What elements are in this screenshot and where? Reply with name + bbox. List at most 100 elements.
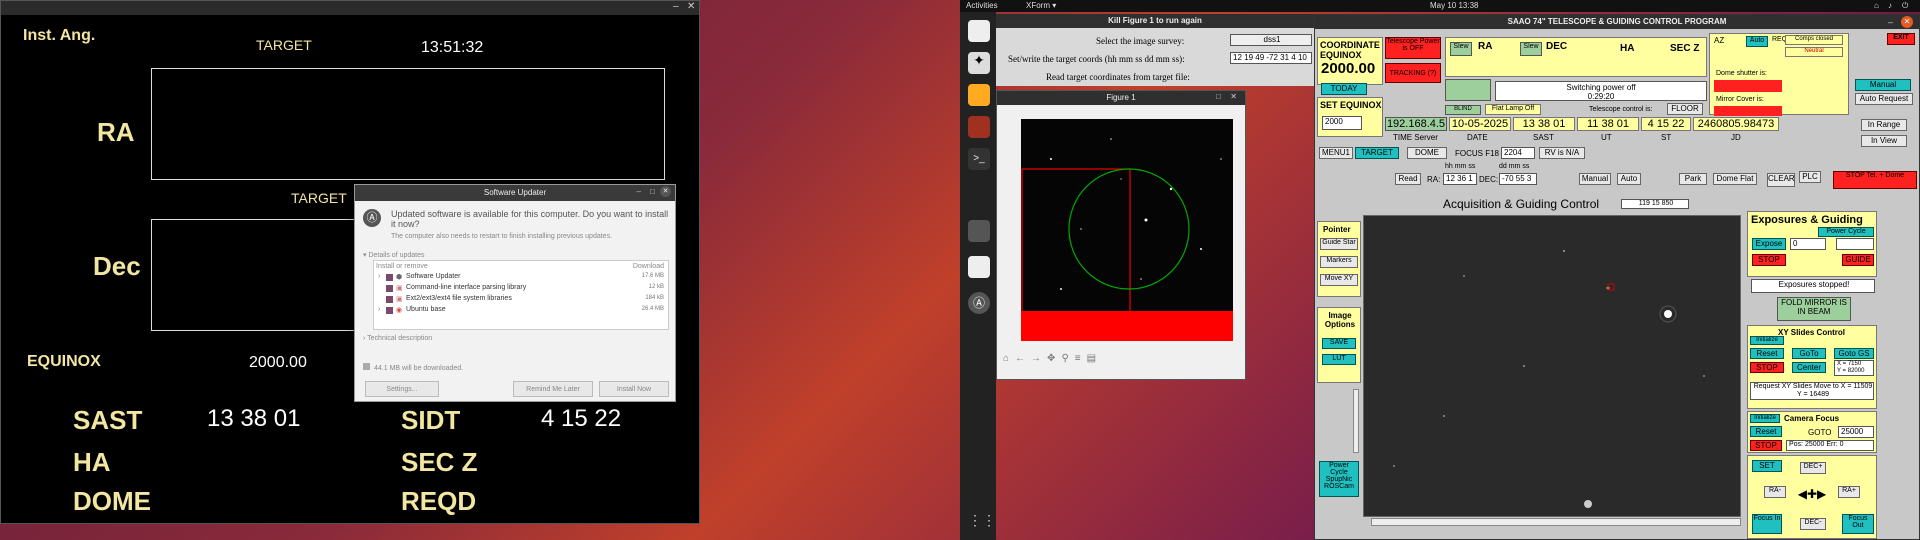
- ra-plus-button[interactable]: RA+: [1838, 486, 1860, 498]
- power-cycle-spupnic-button[interactable]: Power Cycle SpupNic ROSCam: [1319, 461, 1359, 497]
- checkbox-icon[interactable]: [386, 274, 393, 281]
- guide-star-button[interactable]: Guide Star: [1320, 238, 1358, 250]
- vertical-scrollbar[interactable]: [1353, 389, 1359, 453]
- survey-input[interactable]: dss1: [1230, 34, 1312, 46]
- xy-goto-button[interactable]: GoTo: [1792, 348, 1826, 359]
- focus-initialize-button[interactable]: Initialize: [1750, 414, 1780, 423]
- focus-goto-input[interactable]: 25000: [1838, 426, 1874, 438]
- telescope-power-button[interactable]: Telescope Power is OFF: [1385, 37, 1441, 59]
- close-icon[interactable]: ✕: [1901, 16, 1913, 28]
- set-button[interactable]: SET: [1752, 460, 1782, 472]
- lut-button[interactable]: LUT: [1322, 354, 1356, 365]
- minimize-icon[interactable]: –: [1888, 17, 1893, 27]
- tech-expander[interactable]: › Technical description: [363, 335, 432, 342]
- xy-stop-button[interactable]: STOP: [1750, 362, 1784, 373]
- focus-reset-button[interactable]: Reset: [1750, 426, 1782, 437]
- telescope-icon[interactable]: ✦: [968, 52, 990, 74]
- horizontal-scrollbar[interactable]: [1371, 518, 1741, 526]
- active-app-icon[interactable]: [968, 220, 990, 242]
- app-icon[interactable]: [968, 116, 990, 138]
- terminal-icon[interactable]: >_: [968, 148, 990, 170]
- power-icon[interactable]: ⏻: [1902, 1, 1908, 11]
- zoom-icon[interactable]: ⚲: [1061, 353, 1074, 364]
- dome-auto-button[interactable]: Auto: [1746, 36, 1768, 47]
- exposure-stop-button[interactable]: STOP: [1752, 254, 1786, 266]
- checkbox-icon[interactable]: [386, 296, 393, 303]
- minimize-icon[interactable]: –: [637, 187, 641, 196]
- exposure-input[interactable]: 0: [1790, 238, 1826, 250]
- save-button[interactable]: SAVE: [1322, 338, 1356, 349]
- network-icon[interactable]: ⌂: [1874, 1, 1879, 10]
- auto-button[interactable]: Auto: [1617, 173, 1641, 185]
- equinox-input[interactable]: 2000: [1322, 116, 1362, 130]
- read-button[interactable]: Read: [1395, 173, 1421, 185]
- remind-later-button[interactable]: Remind Me Later: [513, 381, 593, 397]
- apps-grid-icon[interactable]: ⋮⋮: [968, 512, 996, 534]
- forward-icon[interactable]: →: [1031, 353, 1047, 364]
- tracking-button[interactable]: TRACKING (?): [1385, 63, 1441, 83]
- stop-tel-dome-button[interactable]: STOP Tel. + Dome: [1833, 171, 1917, 189]
- activities-button[interactable]: Activities: [966, 1, 998, 10]
- focus-stop-button[interactable]: STOP: [1750, 440, 1782, 451]
- pan-icon[interactable]: ✥: [1047, 353, 1061, 364]
- acquisition-camera-view[interactable]: [1363, 215, 1741, 517]
- dec-minus-button[interactable]: DEC-: [1800, 518, 1826, 530]
- close-icon[interactable]: ✕: [1230, 92, 1237, 101]
- comet-icon[interactable]: [968, 84, 990, 106]
- xy-center-button[interactable]: Center: [1792, 362, 1826, 373]
- minimize-icon[interactable]: –: [673, 1, 679, 12]
- markers-button[interactable]: Markers: [1320, 256, 1358, 268]
- dec-plus-button[interactable]: DEC+: [1800, 462, 1826, 474]
- volume-icon[interactable]: ♪: [1888, 1, 1892, 10]
- expose-button[interactable]: Expose: [1752, 238, 1786, 250]
- sky-image[interactable]: [1021, 119, 1233, 341]
- exit-button[interactable]: EXIT: [1887, 33, 1915, 45]
- app-menu[interactable]: XForm ▾: [1026, 1, 1056, 10]
- ra-slew-button[interactable]: Slew: [1450, 42, 1472, 56]
- clear-button[interactable]: CLEAR: [1767, 173, 1795, 187]
- power-cycle-button[interactable]: Power Cycle: [1818, 227, 1874, 237]
- auto-request-button[interactable]: Auto Request: [1855, 93, 1913, 105]
- checkbox-icon[interactable]: [386, 307, 393, 314]
- floor-button[interactable]: FLOOR: [1667, 103, 1703, 115]
- tools-icon[interactable]: [968, 256, 990, 278]
- checkbox-icon[interactable]: [363, 363, 370, 370]
- focus-out-button[interactable]: Focus Out: [1842, 514, 1874, 534]
- close-icon[interactable]: ✕: [687, 1, 695, 12]
- install-now-button[interactable]: Install Now: [599, 381, 669, 397]
- exposure-time-input[interactable]: [1836, 238, 1874, 250]
- clock[interactable]: May 10 13:38: [1430, 1, 1478, 10]
- close-icon[interactable]: ✕: [660, 186, 671, 197]
- manual-button[interactable]: Manual: [1579, 173, 1611, 185]
- files-icon[interactable]: [968, 20, 990, 42]
- in-range-button[interactable]: In Range: [1861, 119, 1907, 131]
- menu1-button[interactable]: MENU1: [1319, 147, 1353, 159]
- checkbox-icon[interactable]: [386, 285, 393, 292]
- settings-button[interactable]: Settings...: [365, 381, 439, 397]
- manual-dome-button[interactable]: Manual: [1855, 79, 1911, 91]
- target-button[interactable]: TARGET: [1355, 147, 1399, 159]
- dec-input[interactable]: -70 55 3: [1499, 173, 1537, 185]
- save-icon[interactable]: ▤: [1087, 353, 1102, 364]
- configure-icon[interactable]: ≡: [1075, 353, 1087, 364]
- dome-button[interactable]: DOME: [1407, 147, 1447, 159]
- flat-lamp-button[interactable]: Flat Lamp Off: [1485, 104, 1541, 115]
- xy-initialize-button[interactable]: Initialize: [1750, 336, 1784, 345]
- back-icon[interactable]: ←: [1015, 353, 1031, 364]
- move-xy-button[interactable]: Move XY: [1320, 274, 1358, 286]
- xy-reset-button[interactable]: Reset: [1750, 348, 1784, 359]
- xy-goto-gs-button[interactable]: Goto GS: [1834, 348, 1874, 359]
- focus-in-button[interactable]: Focus In: [1752, 514, 1782, 534]
- dome-flat-button[interactable]: Dome Flat: [1713, 173, 1757, 185]
- ra-input[interactable]: 12 36 1: [1443, 173, 1477, 185]
- coords-input[interactable]: 12 19 49 -72 31 4 10: [1230, 52, 1312, 64]
- maximize-icon[interactable]: □: [1216, 92, 1221, 101]
- details-expander[interactable]: ▾ Details of updates: [363, 251, 425, 259]
- updater-icon[interactable]: Ⓐ: [968, 292, 990, 314]
- guide-button[interactable]: GUIDE: [1842, 254, 1874, 266]
- focus-value[interactable]: 2204: [1501, 147, 1535, 159]
- direction-arrows-icon[interactable]: ◀✚▶: [1790, 480, 1834, 508]
- today-button[interactable]: TODAY: [1321, 83, 1367, 95]
- maximize-icon[interactable]: □: [650, 187, 655, 196]
- plc-button[interactable]: PLC: [1799, 171, 1821, 183]
